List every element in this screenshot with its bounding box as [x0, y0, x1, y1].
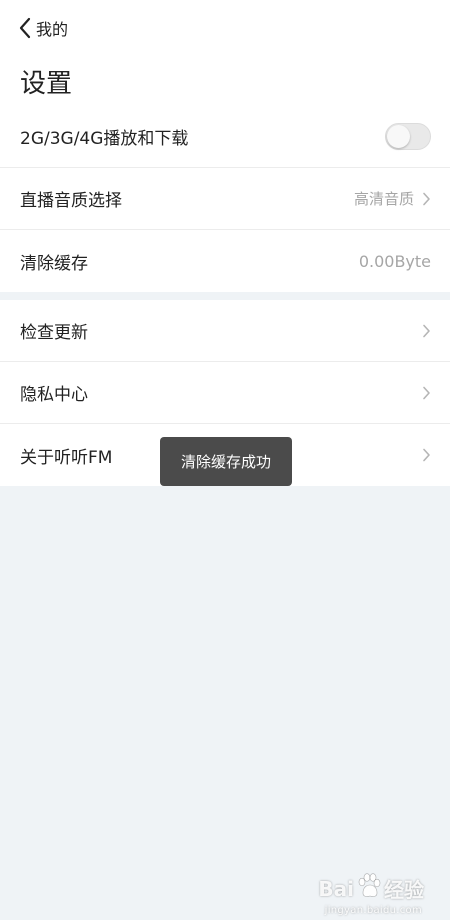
back-button[interactable]: 我的	[18, 16, 68, 40]
chevron-right-icon	[422, 386, 431, 400]
setting-row-clear-cache[interactable]: 清除缓存 0.00Byte	[0, 230, 450, 292]
toggle-knob	[387, 125, 410, 148]
setting-label-clear-cache: 清除缓存	[20, 253, 88, 274]
nav-bar: 我的	[0, 0, 450, 56]
chevron-right-icon	[422, 324, 431, 338]
setting-row-mobile-data[interactable]: 2G/3G/4G播放和下载	[0, 106, 450, 168]
chevron-right-icon	[422, 192, 431, 206]
page-title: 设置	[20, 69, 73, 99]
live-quality-value: 高清音质	[353, 190, 414, 208]
setting-row-check-update[interactable]: 检查更新	[0, 300, 450, 362]
watermark-url: jingyan.baidu.com	[324, 905, 422, 916]
toast-message: 清除缓存成功	[160, 437, 292, 486]
watermark-brand-left: Bai	[318, 876, 354, 901]
paw-icon	[356, 873, 382, 904]
settings-header: 我的 设置 2G/3G/4G播放和下载 直播音质选择 高清音质 清除缓存 0.0…	[0, 0, 450, 292]
back-label: 我的	[36, 20, 69, 39]
watermark: Bai 经验	[318, 873, 424, 904]
setting-label-live-quality: 直播音质选择	[20, 191, 122, 211]
setting-label-check-update: 检查更新	[20, 323, 88, 343]
mobile-data-toggle[interactable]	[385, 123, 431, 150]
setting-label-mobile-data: 2G/3G/4G播放和下载	[20, 129, 189, 149]
settings-group-network: 2G/3G/4G播放和下载 直播音质选择 高清音质 清除缓存 0.00Byte	[0, 106, 450, 292]
live-quality-right: 高清音质	[354, 188, 431, 209]
chevron-right-icon	[422, 448, 431, 462]
setting-label-about: 关于听听FM	[20, 447, 113, 468]
setting-row-live-quality[interactable]: 直播音质选择 高清音质	[0, 168, 450, 230]
chevron-left-icon	[18, 17, 32, 39]
watermark-brand-right: 经验	[384, 878, 424, 902]
setting-label-privacy-center: 隐私中心	[20, 385, 88, 405]
cache-size-value: 0.00Byte	[358, 251, 431, 271]
group-divider	[0, 292, 450, 300]
setting-row-privacy-center[interactable]: 隐私中心	[0, 362, 450, 424]
